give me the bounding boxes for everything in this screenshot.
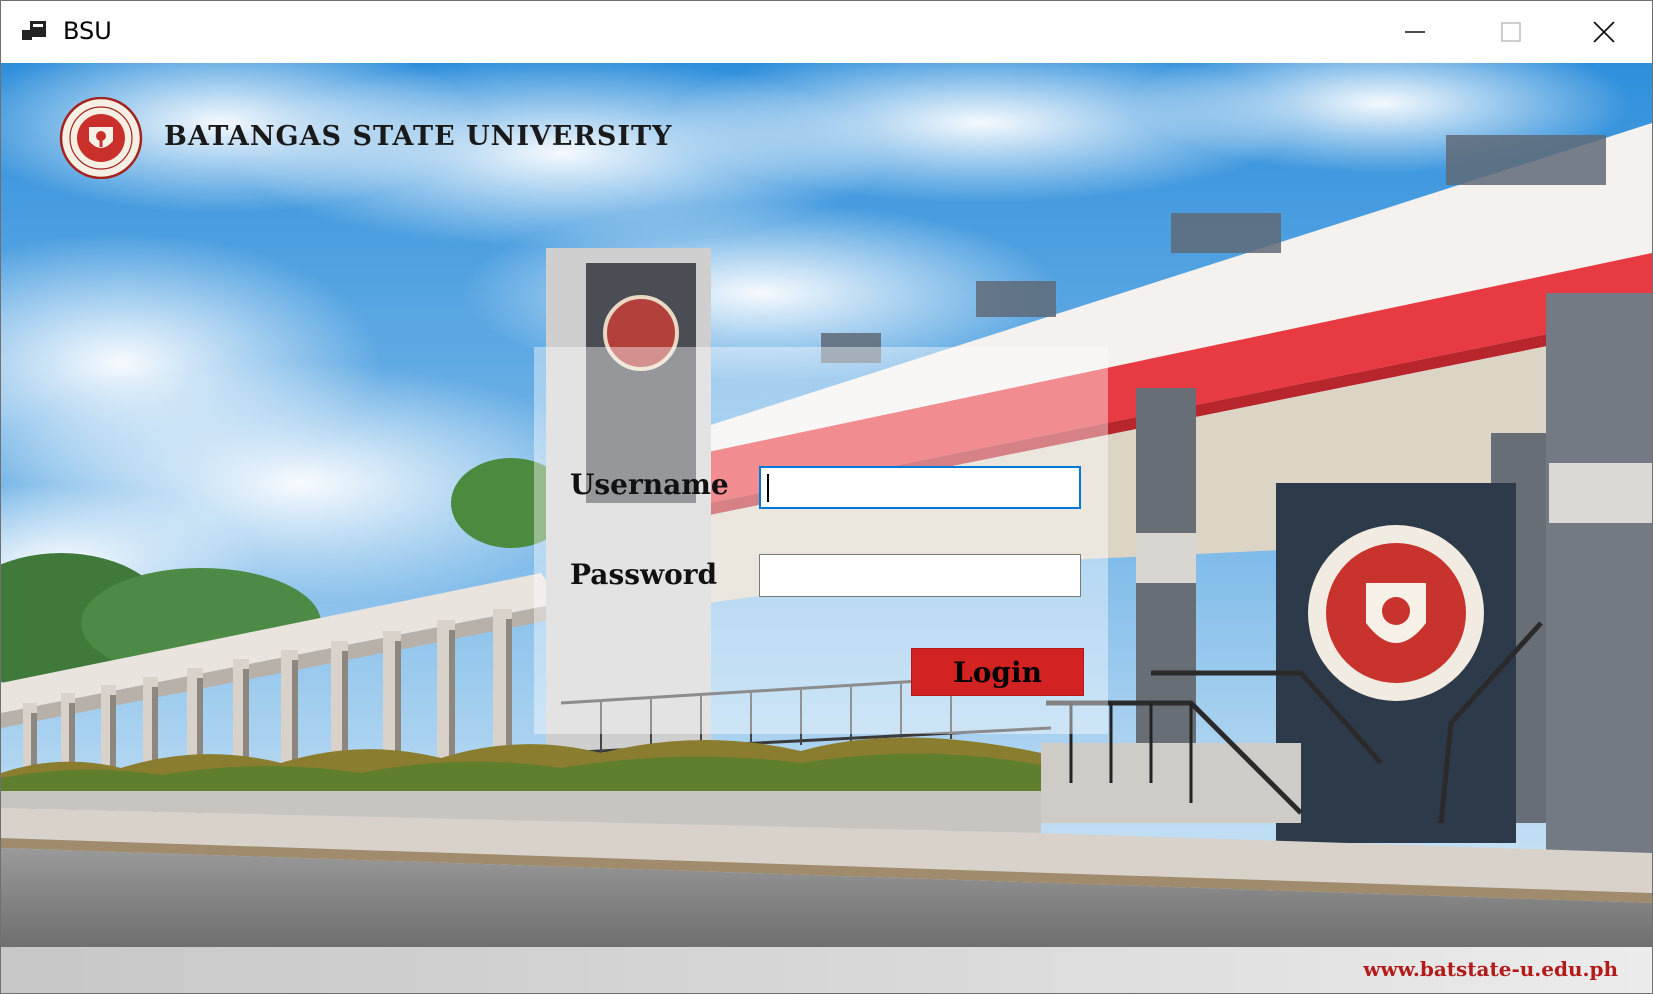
university-seal-logo — [59, 97, 143, 179]
maximize-button[interactable] — [1463, 1, 1559, 63]
login-window: BSU BATANGAS STATE UNIVERSITY Username P… — [0, 0, 1653, 994]
maximize-icon — [1501, 22, 1521, 42]
university-name: BATANGAS STATE UNIVERSITY — [164, 121, 673, 152]
app-icon — [22, 21, 46, 40]
minimize-icon — [1405, 31, 1425, 33]
login-button[interactable]: Login — [911, 648, 1084, 696]
username-label: Username — [570, 468, 729, 501]
website-url: www.batstate-u.edu.ph — [1363, 957, 1618, 981]
footer-bar: www.batstate-u.edu.ph — [1, 947, 1652, 993]
title-bar[interactable]: BSU — [1, 1, 1652, 63]
password-label: Password — [570, 558, 718, 591]
username-input[interactable] — [759, 466, 1081, 509]
close-button[interactable] — [1556, 1, 1652, 63]
password-input[interactable] — [759, 554, 1081, 597]
window-title: BSU — [63, 17, 112, 45]
text-caret — [767, 474, 769, 502]
minimize-button[interactable] — [1367, 1, 1463, 63]
close-icon — [1593, 21, 1615, 43]
